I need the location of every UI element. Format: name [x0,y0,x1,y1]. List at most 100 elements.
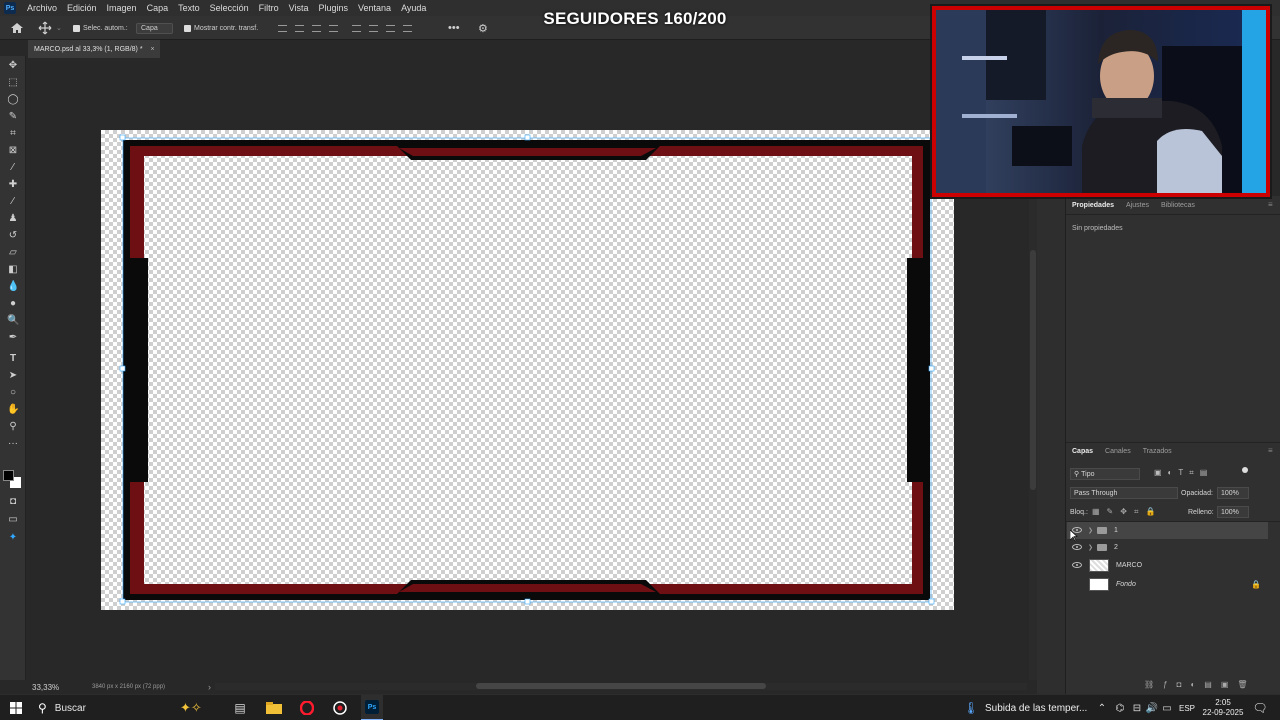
horizontal-scrollbar-thumb[interactable] [476,683,766,689]
move-tool-icon[interactable]: ⌄ [38,16,62,40]
clone-stamp-icon[interactable]: ♟ [7,213,19,225]
weather-widget[interactable]: Subida de las temper... [985,695,1095,720]
tab-properties[interactable]: Propiedades [1066,202,1120,209]
panel-menu-icon[interactable]: ≡ [1268,446,1273,455]
brush-tool-icon[interactable]: ∕ [7,196,19,208]
marquee-tool-icon[interactable]: ⬚ [7,77,19,89]
menu-seleccion[interactable]: Selección [205,3,254,13]
blend-mode-dropdown[interactable]: Pass Through [1070,487,1178,499]
layer-name[interactable]: 2 [1114,544,1118,551]
type-tool-icon[interactable]: T [7,353,19,365]
transform-handle[interactable] [524,134,531,141]
opera-browser-icon[interactable] [297,695,317,720]
transform-bounding-box[interactable] [122,137,932,603]
zoom-tool-icon[interactable]: ⚲ [7,421,19,433]
more-tools-icon[interactable]: ··· [7,438,19,450]
checkbox-checked-icon[interactable] [184,24,191,32]
lasso-tool-icon[interactable]: ◯ [7,94,19,106]
notifications-icon[interactable]: 🗨 [1250,695,1270,720]
hand-tool-icon[interactable]: ✋ [7,404,19,416]
opera-gx-icon[interactable] [330,695,350,720]
path-select-icon[interactable]: ➤ [7,370,19,382]
taskbar-search-box[interactable]: ⚲ Buscar ✦✧ [32,695,218,720]
history-brush-icon[interactable]: ↺ [7,230,19,242]
document-tab[interactable]: MARCO.psd al 33,3% (1, RGB/8) * × [28,40,160,58]
document-size-info[interactable]: 3840 px x 2160 px (72 ppp) [92,684,165,690]
generative-fill-icon[interactable]: ✦ [7,532,19,544]
clock[interactable]: 2:05 22-09-2025 [1200,695,1246,720]
chevron-down-icon[interactable]: ⌄ [56,24,62,32]
menu-plugins[interactable]: Plugins [314,3,354,13]
windows-start-icon[interactable] [6,695,26,720]
distribute-icon[interactable] [403,24,412,32]
menu-ayuda[interactable]: Ayuda [396,3,431,13]
layer-filter-dropdown[interactable]: ⚲ Tipo [1070,468,1140,480]
fill-input[interactable]: 100% [1217,506,1249,518]
align-middle-icon[interactable] [369,24,378,32]
shape-tool-icon[interactable]: ○ [7,387,19,399]
gradient-tool-icon[interactable]: ◧ [7,264,19,276]
opacity-input[interactable]: 100% [1217,487,1249,499]
tab-adjustments[interactable]: Ajustes [1120,202,1155,209]
eye-icon[interactable] [1072,544,1082,550]
frame-tool-icon[interactable]: ⊠ [7,145,19,157]
transform-handle[interactable] [119,598,126,605]
quick-mask-icon[interactable]: ◘ [7,496,19,508]
foreground-color-swatch[interactable] [3,470,14,481]
eye-icon[interactable] [1072,562,1082,568]
menu-filtro[interactable]: Filtro [254,3,284,13]
tab-layers[interactable]: Capas [1066,448,1099,455]
more-options-icon[interactable]: ••• [448,16,460,40]
photoshop-taskbar-icon[interactable]: Ps [361,695,383,720]
zoom-level[interactable]: 33,33% [32,683,59,692]
eraser-tool-icon[interactable]: ▱ [7,247,19,259]
tab-paths[interactable]: Trazados [1137,448,1178,455]
healing-brush-icon[interactable]: ✚ [7,179,19,191]
pen-tool-icon[interactable]: ✒ [7,332,19,344]
align-hcenter-icon[interactable] [329,24,338,32]
transform-handle[interactable] [524,598,531,605]
thermometer-icon[interactable]: 🌡 [963,695,978,720]
eyedropper-tool-icon[interactable]: ⁄ [7,162,19,174]
status-expand-icon[interactable]: › [208,682,211,692]
task-view-icon[interactable]: ▤ [230,695,250,720]
language-indicator[interactable]: ESP [1177,695,1197,720]
layer-name[interactable]: Fondo [1116,581,1136,588]
marco-frame-artwork[interactable] [101,130,954,610]
layer-row-group-2[interactable]: ❯ 2 [1067,539,1268,556]
menu-archivo[interactable]: Archivo [22,3,62,13]
volume-icon[interactable]: 🔊 [1145,695,1159,720]
dodge-tool-icon[interactable]: 🔍 [7,315,19,327]
photoshop-logo[interactable]: Ps [4,2,16,14]
blur-tool-icon[interactable]: 💧 [7,281,19,293]
quick-select-tool-icon[interactable]: ✎ [7,111,19,123]
auto-select-dropdown[interactable]: Capa [136,16,173,40]
tab-libraries[interactable]: Bibliotecas [1155,202,1201,209]
panel-menu-icon[interactable]: ≡ [1268,200,1273,209]
menu-ventana[interactable]: Ventana [353,3,396,13]
layer-row-marco[interactable]: MARCO [1067,556,1268,575]
screen-mode-icon[interactable]: ▭ [7,514,19,526]
layers-footer-icons[interactable]: ⛓ƒ◘◐▤▣🗑 [1144,680,1257,689]
layer-filter-icons[interactable]: ▣◐T⌗▤ [1154,468,1213,478]
layer-name[interactable]: MARCO [1116,562,1142,569]
chevron-right-icon[interactable]: ❯ [1088,544,1093,551]
dodge-tool-icon[interactable]: ● [7,298,19,310]
transform-handle[interactable] [119,365,126,372]
file-explorer-icon[interactable] [264,695,284,720]
auto-select-value[interactable]: Capa [136,22,173,34]
network-icon[interactable]: ⊟ [1130,695,1144,720]
layer-row-group-1[interactable]: ❯ 1 [1067,522,1268,539]
move-tool-icon[interactable]: ✥ [7,60,19,72]
checkbox-checked-icon[interactable] [73,24,80,32]
tab-channels[interactable]: Canales [1099,448,1137,455]
transform-handle[interactable] [119,134,126,141]
close-icon[interactable]: × [151,46,155,53]
usb-icon[interactable]: ⌬ [1113,695,1127,720]
layer-name[interactable]: 1 [1114,527,1118,534]
crop-tool-icon[interactable]: ⌗ [7,128,19,140]
home-icon[interactable] [10,16,24,40]
menu-capa[interactable]: Capa [142,3,174,13]
align-top-icon[interactable] [352,24,361,32]
auto-select-checkbox[interactable]: Selec. autom.: [73,16,128,40]
